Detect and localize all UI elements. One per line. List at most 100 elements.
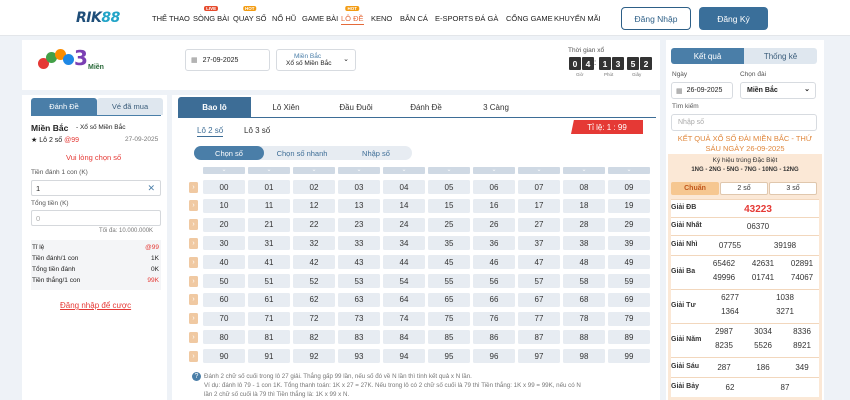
number-cell[interactable]: 46 bbox=[473, 255, 515, 270]
number-cell[interactable]: 71 bbox=[248, 311, 290, 326]
nav-item-12[interactable]: KHUYẾN MÃI bbox=[554, 14, 601, 23]
column-select-icon[interactable]: ⌄ bbox=[293, 167, 335, 174]
column-select-icon[interactable]: ⌄ bbox=[428, 167, 470, 174]
row-select-icon[interactable]: › bbox=[189, 275, 198, 287]
number-cell[interactable]: 21 bbox=[248, 217, 290, 232]
tab-2[interactable]: Lô Xiên bbox=[251, 97, 321, 117]
row-select-icon[interactable]: › bbox=[189, 256, 198, 268]
nav-item-8[interactable]: BẮN CÁ bbox=[400, 14, 428, 23]
number-cell[interactable]: 72 bbox=[293, 311, 335, 326]
row-select-icon[interactable]: › bbox=[189, 200, 198, 212]
mode-2[interactable]: Chọn số nhanh bbox=[262, 146, 342, 160]
number-cell[interactable]: 88 bbox=[563, 330, 605, 345]
number-cell[interactable]: 77 bbox=[518, 311, 560, 326]
row-select-icon[interactable]: › bbox=[189, 313, 198, 325]
date-select[interactable]: ▦ 27-09-2025 bbox=[185, 49, 270, 71]
number-cell[interactable]: 63 bbox=[338, 292, 380, 307]
number-cell[interactable]: 81 bbox=[248, 330, 290, 345]
number-cell[interactable]: 45 bbox=[428, 255, 470, 270]
number-cell[interactable]: 93 bbox=[338, 349, 380, 364]
number-cell[interactable]: 12 bbox=[293, 198, 335, 213]
number-cell[interactable]: 80 bbox=[203, 330, 245, 345]
number-cell[interactable]: 51 bbox=[248, 274, 290, 288]
number-cell[interactable]: 56 bbox=[473, 274, 515, 288]
number-cell[interactable]: 47 bbox=[518, 255, 560, 270]
sub-tab-lo3[interactable]: Lô 3 số bbox=[244, 126, 270, 135]
number-cell[interactable]: 58 bbox=[563, 274, 605, 288]
number-cell[interactable]: 57 bbox=[518, 274, 560, 288]
number-cell[interactable]: 29 bbox=[608, 217, 650, 232]
number-cell[interactable]: 19 bbox=[608, 198, 650, 213]
number-cell[interactable]: 02 bbox=[293, 180, 335, 194]
number-cell[interactable]: 11 bbox=[248, 198, 290, 213]
number-cell[interactable]: 52 bbox=[293, 274, 335, 288]
column-select-icon[interactable]: ⌄ bbox=[563, 167, 605, 174]
number-cell[interactable]: 15 bbox=[428, 198, 470, 213]
number-cell[interactable]: 20 bbox=[203, 217, 245, 232]
number-cell[interactable]: 03 bbox=[338, 180, 380, 194]
number-cell[interactable]: 89 bbox=[608, 330, 650, 345]
number-cell[interactable]: 14 bbox=[383, 198, 425, 213]
column-select-icon[interactable]: ⌄ bbox=[608, 167, 650, 174]
number-cell[interactable]: 40 bbox=[203, 255, 245, 270]
number-cell[interactable]: 83 bbox=[338, 330, 380, 345]
tab-5[interactable]: 3 Càng bbox=[461, 97, 531, 117]
result-filter-3[interactable]: 3 số bbox=[769, 182, 817, 195]
number-cell[interactable]: 07 bbox=[518, 180, 560, 194]
number-cell[interactable]: 28 bbox=[563, 217, 605, 232]
tab-bought-tickets[interactable]: Vé đã mua bbox=[97, 98, 163, 115]
result-filter-2[interactable]: 2 số bbox=[720, 182, 768, 195]
nav-item-1[interactable]: THỂ THAO bbox=[152, 14, 190, 23]
number-cell[interactable]: 36 bbox=[473, 236, 515, 251]
number-cell[interactable]: 05 bbox=[428, 180, 470, 194]
number-cell[interactable]: 59 bbox=[608, 274, 650, 288]
number-cell[interactable]: 99 bbox=[608, 349, 650, 364]
number-cell[interactable]: 24 bbox=[383, 217, 425, 232]
column-select-icon[interactable]: ⌄ bbox=[473, 167, 515, 174]
number-cell[interactable]: 86 bbox=[473, 330, 515, 345]
number-cell[interactable]: 41 bbox=[248, 255, 290, 270]
number-cell[interactable]: 13 bbox=[338, 198, 380, 213]
mode-3[interactable]: Nhập số bbox=[340, 146, 412, 160]
number-cell[interactable]: 66 bbox=[473, 292, 515, 307]
number-cell[interactable]: 31 bbox=[248, 236, 290, 251]
row-select-icon[interactable]: › bbox=[189, 181, 198, 193]
number-cell[interactable]: 54 bbox=[383, 274, 425, 288]
register-button[interactable]: Đăng Ký bbox=[699, 7, 768, 30]
number-cell[interactable]: 92 bbox=[293, 349, 335, 364]
row-select-icon[interactable]: › bbox=[189, 331, 198, 343]
number-cell[interactable]: 00 bbox=[203, 180, 245, 194]
number-cell[interactable]: 64 bbox=[383, 292, 425, 307]
number-cell[interactable]: 84 bbox=[383, 330, 425, 345]
column-select-icon[interactable]: ⌄ bbox=[518, 167, 560, 174]
number-cell[interactable]: 08 bbox=[563, 180, 605, 194]
row-select-icon[interactable]: › bbox=[189, 237, 198, 249]
total-input[interactable]: 0 bbox=[31, 210, 161, 226]
number-cell[interactable]: 94 bbox=[383, 349, 425, 364]
number-cell[interactable]: 37 bbox=[518, 236, 560, 251]
tab-place-bet[interactable]: Đánh Đề bbox=[31, 98, 97, 115]
number-cell[interactable]: 61 bbox=[248, 292, 290, 307]
brand-logo[interactable]: RIK88 bbox=[76, 10, 120, 26]
row-select-icon[interactable]: › bbox=[189, 294, 198, 306]
nav-item-11[interactable]: CỔNG GAME bbox=[506, 14, 553, 23]
number-cell[interactable]: 95 bbox=[428, 349, 470, 364]
number-cell[interactable]: 75 bbox=[428, 311, 470, 326]
number-cell[interactable]: 53 bbox=[338, 274, 380, 288]
column-select-icon[interactable]: ⌄ bbox=[248, 167, 290, 174]
tab-results[interactable]: Kết quả bbox=[671, 48, 744, 64]
number-cell[interactable]: 48 bbox=[563, 255, 605, 270]
number-cell[interactable]: 90 bbox=[203, 349, 245, 364]
login-to-bet-link[interactable]: Đăng nhập để cược bbox=[60, 301, 131, 310]
row-select-icon[interactable]: › bbox=[189, 350, 198, 362]
nav-item-7[interactable]: KENO bbox=[371, 14, 392, 23]
nav-item-4[interactable]: NỔ HŨ bbox=[272, 14, 296, 23]
number-cell[interactable]: 32 bbox=[293, 236, 335, 251]
number-cell[interactable]: 27 bbox=[518, 217, 560, 232]
tab-statistics[interactable]: Thống kê bbox=[744, 48, 817, 64]
number-cell[interactable]: 42 bbox=[293, 255, 335, 270]
amount-input[interactable]: 1 ✕ bbox=[31, 180, 161, 196]
number-cell[interactable]: 44 bbox=[383, 255, 425, 270]
column-select-icon[interactable]: ⌄ bbox=[203, 167, 245, 174]
number-cell[interactable]: 22 bbox=[293, 217, 335, 232]
